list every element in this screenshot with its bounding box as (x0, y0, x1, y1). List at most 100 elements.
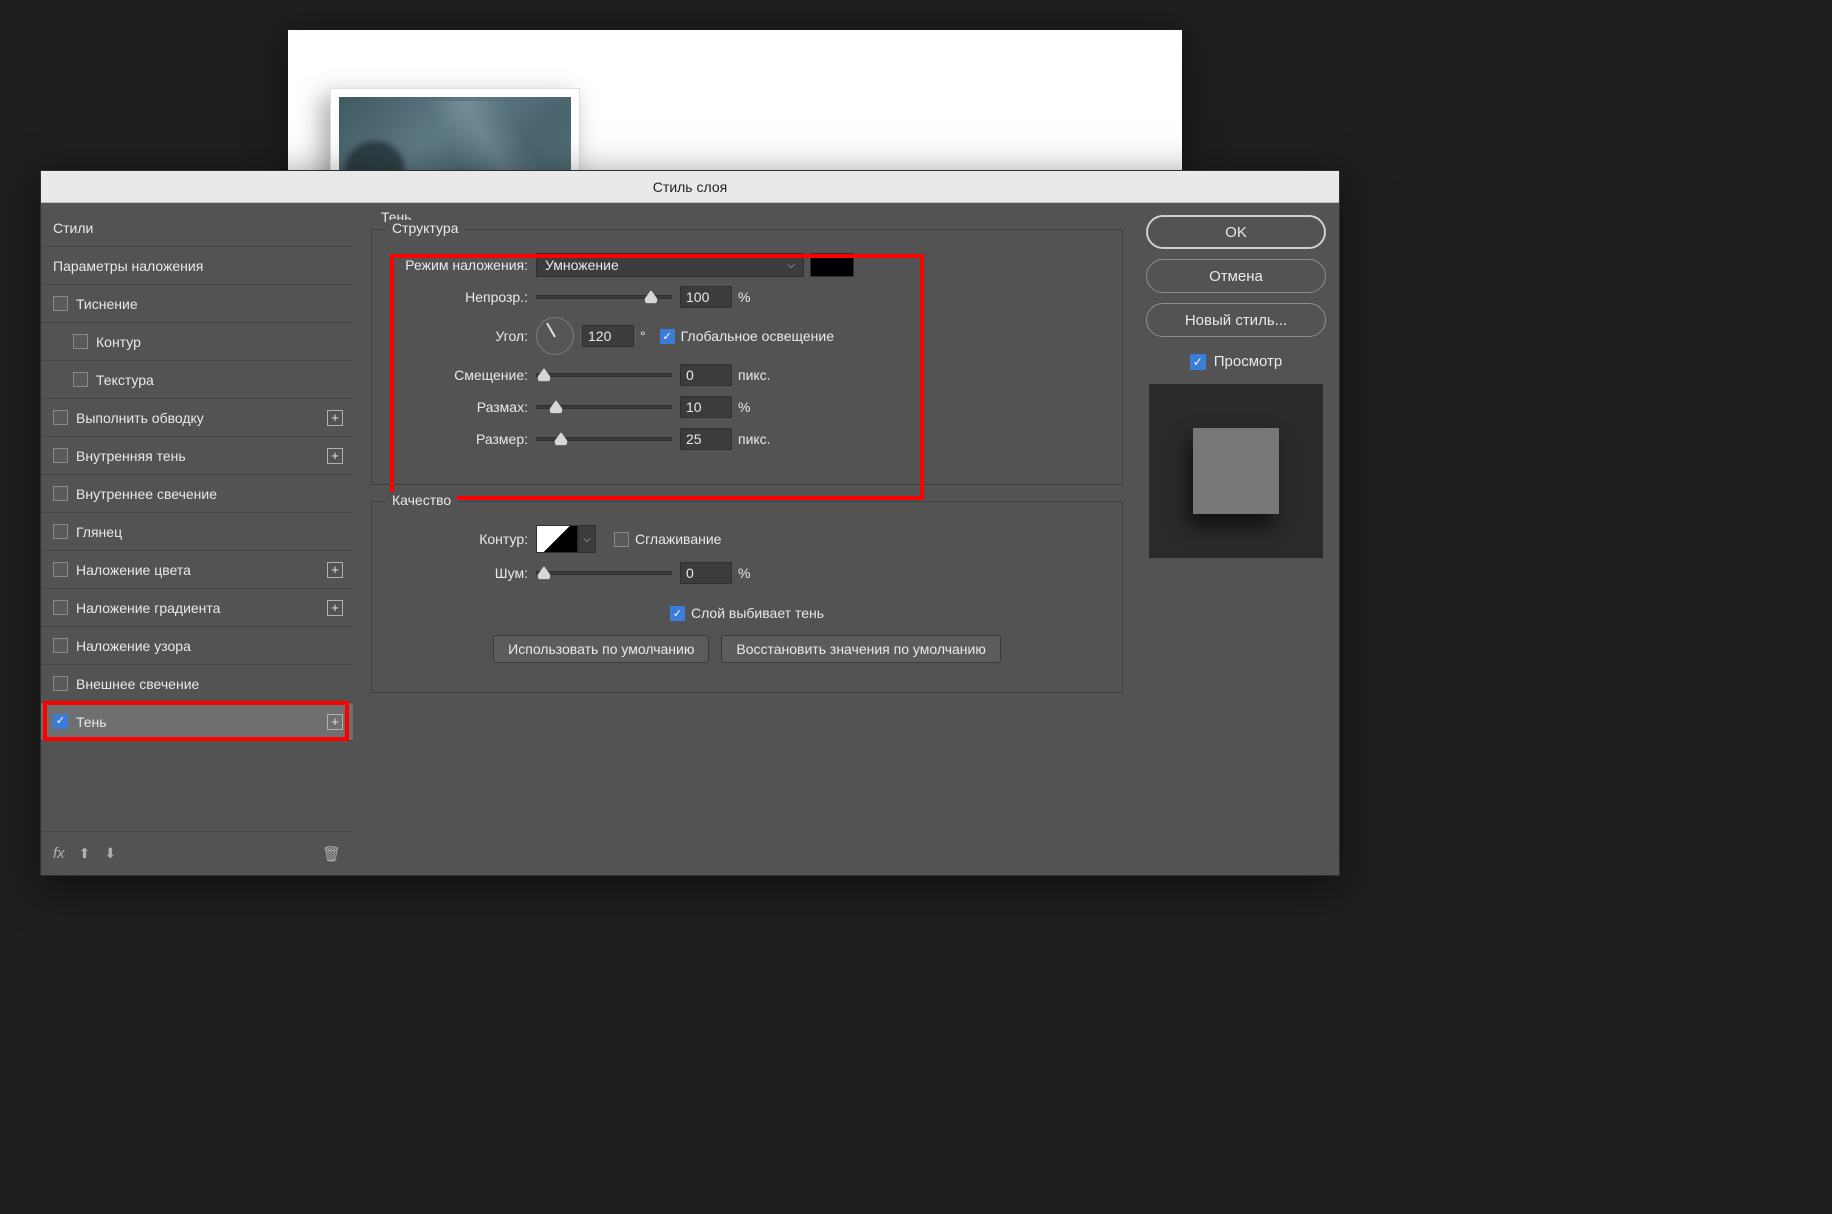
sidebar-item-label: Наложение градиента (76, 600, 220, 616)
structure-fieldset: Структура Режим наложения: Умножение ⌵ Н… (371, 229, 1123, 485)
effect-checkbox[interactable] (53, 714, 68, 729)
sidebar-item-10[interactable]: Внешнее свечение (41, 665, 353, 703)
sidebar-item-label: Контур (96, 334, 141, 350)
size-thumb[interactable] (554, 432, 568, 446)
sidebar-item-2[interactable]: Текстура (41, 361, 353, 399)
effect-checkbox[interactable] (53, 448, 68, 463)
quality-legend: Качество (386, 492, 457, 508)
sidebar-footer: fx ⬆ ⬇ 🗑 (41, 831, 353, 875)
noise-slider[interactable] (536, 571, 672, 575)
sidebar-item-label: Глянец (76, 524, 122, 540)
move-down-icon[interactable]: ⬇ (104, 845, 116, 862)
spread-slider[interactable] (536, 405, 672, 409)
blend-mode-select[interactable]: Умножение ⌵ (536, 253, 804, 277)
noise-unit: % (738, 565, 750, 581)
size-unit: пикс. (738, 431, 771, 447)
style-preview-layer (1193, 428, 1279, 514)
effect-checkbox[interactable] (73, 372, 88, 387)
size-input[interactable] (680, 428, 732, 450)
antialias-label: Сглаживание (635, 531, 721, 547)
distance-label: Смещение: (386, 367, 536, 383)
sidebar-item-11[interactable]: Тень+ (41, 703, 353, 741)
structure-legend: Структура (386, 220, 464, 236)
checkmark-icon (660, 329, 675, 344)
knockout-label: Слой выбивает тень (691, 605, 824, 621)
effect-checkbox[interactable] (53, 600, 68, 615)
opacity-input[interactable] (680, 286, 732, 308)
add-effect-icon[interactable]: + (327, 600, 343, 616)
move-up-icon[interactable]: ⬆ (79, 845, 91, 862)
add-effect-icon[interactable]: + (327, 410, 343, 426)
sidebar-styles-label: Стили (53, 220, 93, 236)
global-light-checkbox[interactable]: Глобальное освещение (660, 328, 834, 344)
blend-mode-label: Режим наложения: (386, 257, 536, 273)
contour-dropdown[interactable]: ⌵ (578, 525, 596, 553)
spread-thumb[interactable] (549, 400, 563, 414)
dialog-titlebar[interactable]: Стиль слоя (41, 171, 1339, 203)
effect-checkbox[interactable] (53, 638, 68, 653)
spread-unit: % (738, 399, 750, 415)
knockout-checkbox[interactable]: Слой выбивает тень (670, 605, 824, 621)
effect-checkbox[interactable] (53, 676, 68, 691)
ok-button[interactable]: OK (1146, 215, 1326, 249)
opacity-thumb[interactable] (644, 290, 658, 304)
angle-unit: ° (640, 328, 646, 344)
effect-checkbox[interactable] (53, 410, 68, 425)
dialog-body: Стили Параметры наложения Тиснение Контур… (41, 203, 1339, 875)
add-effect-icon[interactable]: + (327, 448, 343, 464)
size-slider[interactable] (536, 437, 672, 441)
style-preview (1149, 384, 1323, 558)
effects-sidebar: Стили Параметры наложения Тиснение Контур… (41, 203, 353, 875)
noise-thumb[interactable] (537, 566, 551, 580)
effect-checkbox[interactable] (53, 296, 68, 311)
sidebar-item-7[interactable]: Наложение цвета+ (41, 551, 353, 589)
sidebar-item-1[interactable]: Контур (41, 323, 353, 361)
preview-checkbox[interactable]: Просмотр (1190, 353, 1283, 370)
sidebar-item-label: Внутренняя тень (76, 448, 186, 464)
make-default-button[interactable]: Использовать по умолчанию (493, 635, 709, 663)
size-label: Размер: (386, 431, 536, 447)
angle-input[interactable] (582, 325, 634, 347)
cancel-button[interactable]: Отмена (1146, 259, 1326, 293)
fx-icon[interactable]: fx (53, 845, 65, 862)
distance-thumb[interactable] (537, 368, 551, 382)
sidebar-blending-options[interactable]: Параметры наложения (41, 247, 353, 285)
sidebar-item-0[interactable]: Тиснение (41, 285, 353, 323)
add-effect-icon[interactable]: + (327, 714, 343, 730)
distance-slider[interactable] (536, 373, 672, 377)
trash-icon[interactable]: 🗑 (322, 845, 341, 863)
noise-input[interactable] (680, 562, 732, 584)
preview-label: Просмотр (1214, 353, 1283, 370)
reset-default-button[interactable]: Восстановить значения по умолчанию (721, 635, 1000, 663)
sidebar-styles[interactable]: Стили (41, 209, 353, 247)
contour-label: Контур: (386, 531, 536, 547)
checkmark-icon (670, 606, 685, 621)
action-column: OK Отмена Новый стиль... Просмотр (1133, 203, 1339, 875)
distance-input[interactable] (680, 364, 732, 386)
antialias-checkbox[interactable]: Сглаживание (614, 531, 721, 547)
effect-checkbox[interactable] (53, 486, 68, 501)
sidebar-blending-label: Параметры наложения (53, 258, 203, 274)
sidebar-item-4[interactable]: Внутренняя тень + (41, 437, 353, 475)
sidebar-item-5[interactable]: Внутреннее свечение (41, 475, 353, 513)
contour-thumbnail[interactable] (536, 525, 578, 553)
distance-unit: пикс. (738, 367, 771, 383)
spread-input[interactable] (680, 396, 732, 418)
add-effect-icon[interactable]: + (327, 562, 343, 578)
effect-checkbox[interactable] (53, 524, 68, 539)
sidebar-item-6[interactable]: Глянец (41, 513, 353, 551)
new-style-button[interactable]: Новый стиль... (1146, 303, 1326, 337)
noise-label: Шум: (386, 565, 536, 581)
sidebar-item-3[interactable]: Выполнить обводку+ (41, 399, 353, 437)
angle-label: Угол: (386, 328, 536, 344)
quality-fieldset: Качество Контур: ⌵ Сглаживание Шум: (371, 501, 1123, 693)
effect-checkbox[interactable] (53, 562, 68, 577)
shadow-color-swatch[interactable] (810, 253, 854, 277)
angle-dial[interactable] (536, 317, 574, 355)
effect-checkbox[interactable] (73, 334, 88, 349)
chevron-down-icon: ⌵ (787, 260, 795, 271)
sidebar-item-9[interactable]: Наложение узора (41, 627, 353, 665)
opacity-label: Непрозр.: (386, 289, 536, 305)
opacity-slider[interactable] (536, 295, 672, 299)
sidebar-item-8[interactable]: Наложение градиента + (41, 589, 353, 627)
